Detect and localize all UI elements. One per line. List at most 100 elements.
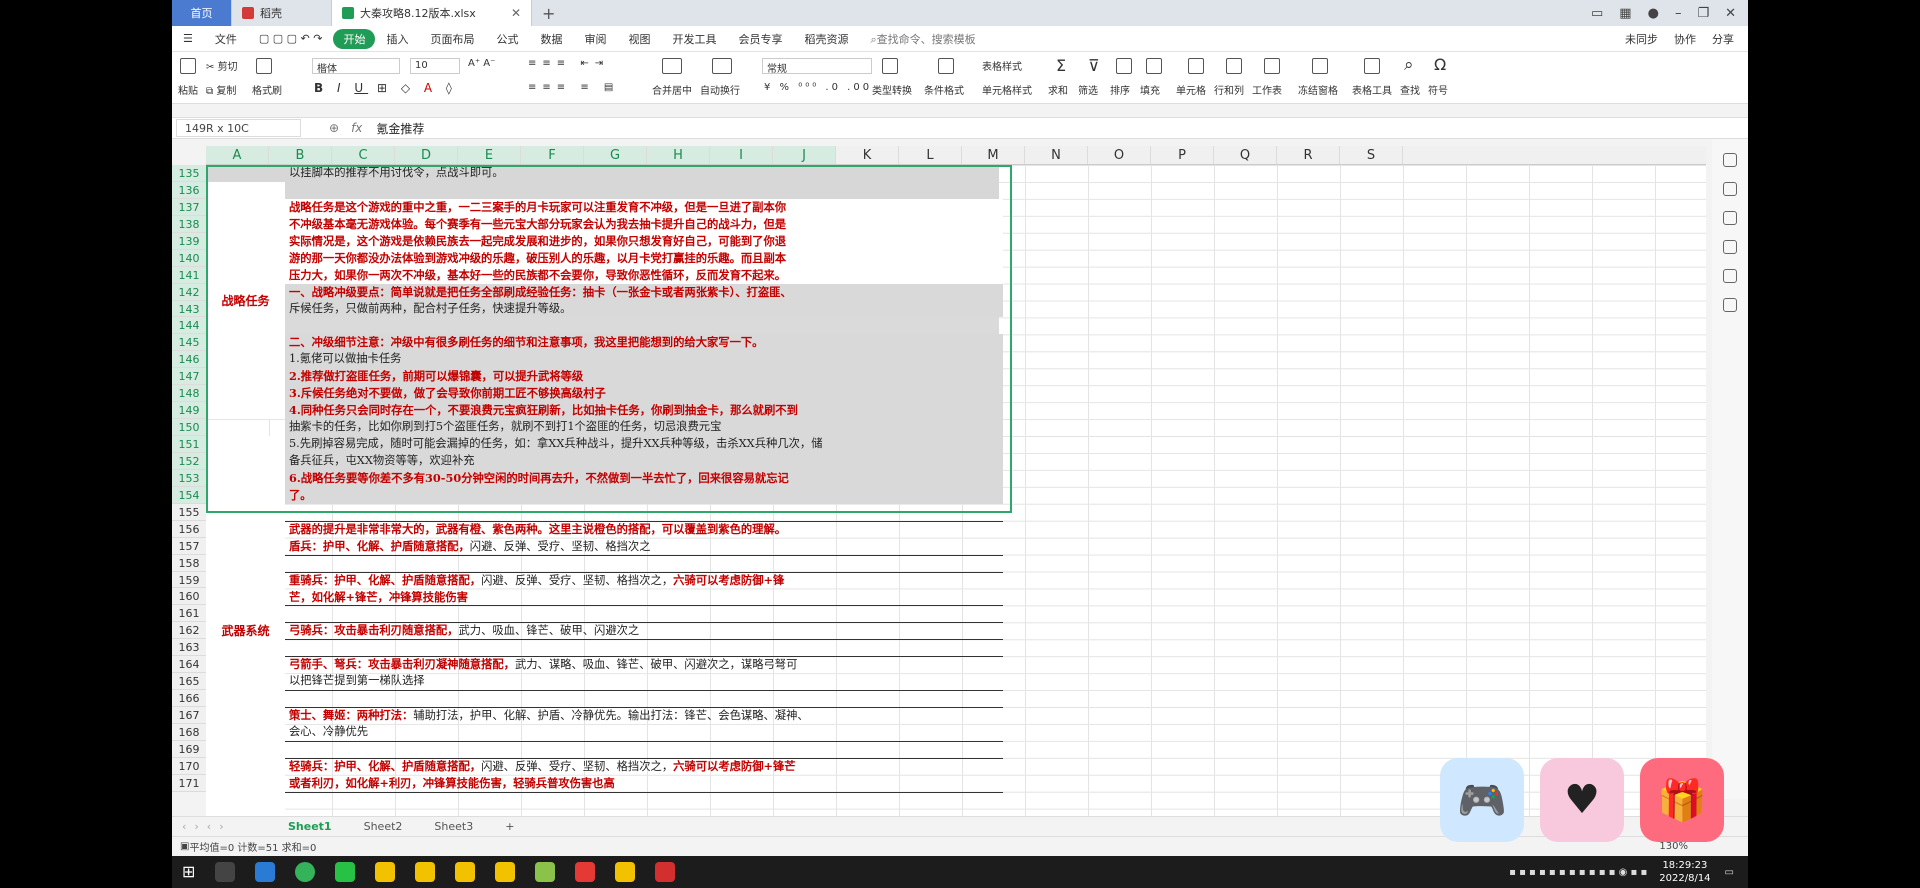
row-header-143[interactable]: 143 <box>172 300 206 318</box>
paste-icon[interactable] <box>180 58 196 74</box>
row-header-156[interactable]: 156 <box>172 520 206 538</box>
row-header-154[interactable]: 154 <box>172 486 206 504</box>
cell-r146[interactable]: 1.氪佬可以做抽卡任务 <box>285 351 1003 369</box>
tab-docer[interactable]: 稻壳 <box>232 0 332 26</box>
sum-icon[interactable]: Σ <box>1056 56 1066 75</box>
font-style-buttons[interactable]: B I U ⊞ ◇ A ◊ <box>314 81 457 95</box>
type-convert-button[interactable]: 类型转换 <box>872 82 912 97</box>
formula-input[interactable]: 氪金推荐 <box>376 120 424 137</box>
cell-r157[interactable]: 盾兵：护甲、化解、护盾随意搭配，闪避、反弹、受疗、坚韧、格挡次之 <box>285 538 1003 556</box>
row-header-135[interactable]: 135 <box>172 165 206 182</box>
cell-grid[interactable]: 战略任务 武器系统 以挂脚本的推荐不用讨伐令，点战斗即可。 战略任务是这个游戏的… <box>206 165 1706 825</box>
menu-file[interactable]: 文件 <box>204 31 248 47</box>
row-header-153[interactable]: 153 <box>172 469 206 487</box>
column-header-P[interactable]: P <box>1151 146 1214 164</box>
row-header-163[interactable]: 163 <box>172 639 206 657</box>
cell-r141[interactable]: 压力大，如果你一两次不冲级，基本好一些的民族都不会要你，导致你恶性循环，反而发育… <box>285 266 1003 284</box>
row-header-169[interactable]: 169 <box>172 740 206 758</box>
gift-icon[interactable]: 🎁 <box>1640 758 1724 842</box>
cell-r138[interactable]: 不冲级基本毫无游戏体验。每个赛季有一些元宝大部分玩家会认为我去抽卡提升自己的战斗… <box>285 215 1003 233</box>
column-header-A[interactable]: A <box>206 146 269 164</box>
close-window-icon[interactable]: ✕ <box>1725 6 1736 21</box>
row-header-164[interactable]: 164 <box>172 656 206 674</box>
menu-formula[interactable]: 公式 <box>485 31 529 47</box>
layout-icon[interactable]: ▭ <box>1591 6 1603 21</box>
new-tab-button[interactable]: + <box>532 0 565 26</box>
row-header-171[interactable]: 171 <box>172 774 206 792</box>
worksheet-icon[interactable] <box>1264 58 1280 74</box>
location-icon[interactable] <box>1723 298 1737 312</box>
collab-button[interactable]: 协作 <box>1674 31 1696 47</box>
hamburger-icon[interactable]: ☰ <box>172 32 204 45</box>
row-col-icon[interactable] <box>1226 58 1242 74</box>
cell-button[interactable]: 单元格 <box>1176 82 1206 97</box>
column-header-E[interactable]: E <box>458 146 521 164</box>
help-icon[interactable] <box>1723 240 1737 254</box>
cell-r165[interactable]: 以把锋芒提到第一梯队选择 <box>285 673 1003 690</box>
apps-icon[interactable]: ▦ <box>1619 6 1631 21</box>
menu-data[interactable]: 数据 <box>529 31 573 47</box>
menu-page-layout[interactable]: 页面布局 <box>419 31 485 47</box>
row-header-138[interactable]: 138 <box>172 215 206 233</box>
conditional-format-button[interactable]: 条件格式 <box>924 82 964 97</box>
app-icon-6[interactable] <box>575 862 596 882</box>
merge-center-button[interactable]: 合并居中 <box>652 82 692 97</box>
symbol-icon[interactable]: Ω <box>1434 55 1446 74</box>
row-header-146[interactable]: 146 <box>172 351 206 369</box>
row-header-159[interactable]: 159 <box>172 571 206 589</box>
menu-docer[interactable]: 稻壳资源 <box>793 31 859 47</box>
row-header-157[interactable]: 157 <box>172 537 206 555</box>
cell-r152[interactable]: 备兵征兵，屯XX物资等等，欢迎补充 <box>285 453 1003 470</box>
row-header-142[interactable]: 142 <box>172 283 206 301</box>
cell-r135[interactable]: 以挂脚本的推荐不用讨伐令，点战斗即可。 <box>285 165 1003 182</box>
sort-icon[interactable] <box>1116 58 1132 74</box>
cell-r150[interactable]: 抽紫卡的任务，比如你刷到打5个盗匪任务，就刷不到打1个盗匪的任务，切忌浪费元宝 <box>285 419 1003 437</box>
cell-r153[interactable]: 6.战略任务要等你差不多有30-50分钟空闲的时间再去升，不然做到一半去忙了，回… <box>285 469 1003 487</box>
worksheet-button[interactable]: 工作表 <box>1252 82 1282 97</box>
sheet-nav-arrows[interactable]: ‹›‹› <box>172 820 272 833</box>
task-view-icon[interactable] <box>215 862 236 882</box>
cell-r148[interactable]: 3.斥候任务绝对不要做，做了会导致你前期工匠不够换高级村子 <box>285 385 1003 403</box>
close-icon[interactable]: ✕ <box>511 6 521 20</box>
column-header-L[interactable]: L <box>899 146 962 164</box>
column-header-M[interactable]: M <box>962 146 1025 164</box>
app-icon-1[interactable] <box>375 862 396 882</box>
column-header-O[interactable]: O <box>1088 146 1151 164</box>
menu-start[interactable]: 开始 <box>333 28 376 49</box>
cell-r164[interactable]: 弓箭手、弩兵：攻击暴击利刃凝神随意搭配，武力、谋略、吸血、锋芒、破甲、闪避次之，… <box>285 656 1003 674</box>
filter-icon[interactable]: ⊽ <box>1088 56 1100 75</box>
fill-icon[interactable] <box>1146 58 1162 74</box>
fx-button[interactable]: ⊕ fx <box>329 121 362 135</box>
filter-button[interactable]: 筛选 <box>1078 82 1098 97</box>
font-name-select[interactable]: 楷体 <box>312 58 400 75</box>
format-painter-button[interactable]: 格式刷 <box>252 82 282 97</box>
number-format-buttons[interactable]: ¥ % ⁰⁰⁰ .0 .00 <box>764 82 872 93</box>
clock[interactable]: 18:29:23 2022/8/14 <box>1659 859 1710 885</box>
add-sheet-button[interactable]: + <box>489 820 530 833</box>
cell-r159[interactable]: 重骑兵：护甲、化解、护盾随意搭配，闪避、反弹、受疗、坚韧、格挡次之，六骑可以考虑… <box>285 572 1003 590</box>
merged-cell-weapon[interactable]: 武器系统 <box>206 436 285 825</box>
merge-icon[interactable] <box>662 58 682 74</box>
format-painter-icon[interactable] <box>256 58 272 74</box>
freeze-icon[interactable] <box>1312 58 1328 74</box>
row-header-155[interactable]: 155 <box>172 503 206 521</box>
share-button[interactable]: 分享 <box>1712 31 1734 47</box>
app-icon-4[interactable] <box>495 862 516 882</box>
sum-button[interactable]: 求和 <box>1048 82 1068 97</box>
zoom-level[interactable]: 130% <box>1659 841 1688 852</box>
row-header-141[interactable]: 141 <box>172 266 206 284</box>
notification-icon[interactable]: ▭ <box>1725 867 1734 878</box>
backup-icon[interactable] <box>1723 269 1737 283</box>
menu-view[interactable]: 视图 <box>617 31 661 47</box>
heart-icon[interactable]: ♥ <box>1540 758 1624 842</box>
desktop-icon[interactable] <box>255 862 276 882</box>
sort-button[interactable]: 排序 <box>1110 82 1130 97</box>
column-header-H[interactable]: H <box>647 146 710 164</box>
row-header-151[interactable]: 151 <box>172 436 206 453</box>
conditional-format-icon[interactable] <box>938 58 954 74</box>
windows-start-icon[interactable]: ⊞ <box>182 862 195 882</box>
row-col-button[interactable]: 行和列 <box>1214 82 1244 97</box>
zoom-icon[interactable]: ⊕ <box>329 121 339 135</box>
wps-icon[interactable] <box>655 862 676 882</box>
cell-r145[interactable]: 二、冲级细节注意：冲级中有很多刷任务的细节和注意事项，我这里把能想到的给大家写一… <box>285 334 1003 352</box>
